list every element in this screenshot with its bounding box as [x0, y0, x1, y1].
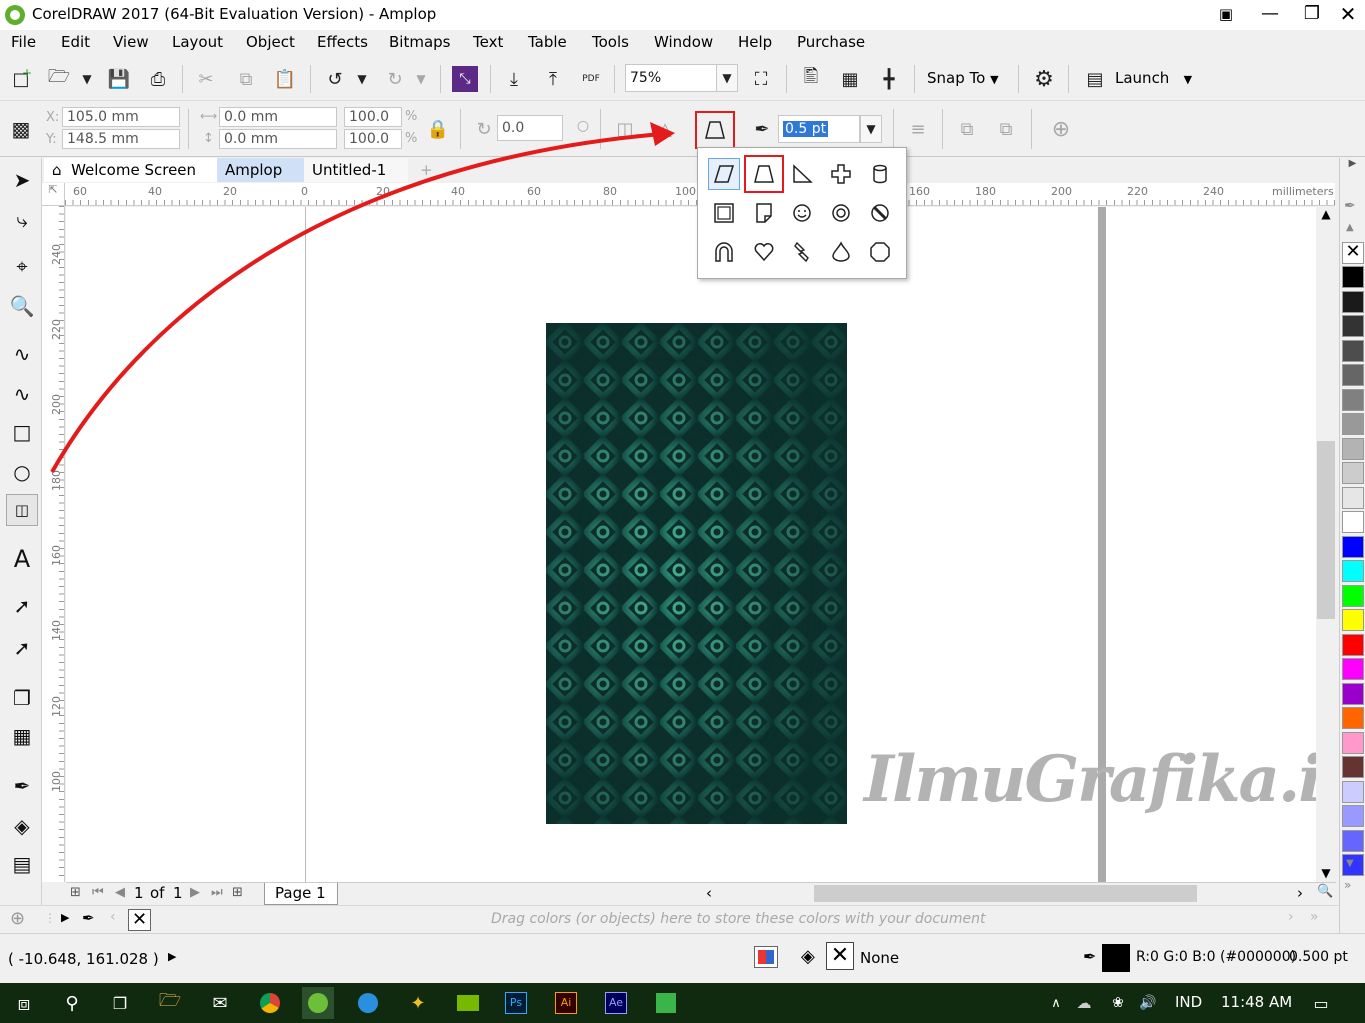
color-swatch[interactable] — [1342, 388, 1364, 411]
outline-pen-status-icon: ✒ — [1083, 947, 1097, 966]
color-swatch[interactable] — [1342, 437, 1364, 460]
annotation-arrow — [50, 122, 675, 473]
after-effects-icon[interactable]: Ae — [600, 987, 632, 1019]
task-view-icon[interactable]: ❐ — [104, 987, 136, 1019]
color-swatch[interactable] — [1342, 731, 1364, 754]
mail-icon[interactable]: ✉ — [204, 987, 236, 1019]
chrome-icon[interactable] — [254, 987, 286, 1019]
grip-icon: ⋮ — [44, 911, 56, 925]
nvidia-icon[interactable] — [452, 987, 484, 1019]
previous-page-icon[interactable]: ◀ — [115, 885, 125, 900]
status-bar: ( -10.648, 161.028 ) ▶ ◈ ✕ None ✒ R:0 G:… — [0, 933, 1365, 983]
color-swatch[interactable] — [1342, 829, 1364, 852]
edge-icon[interactable] — [352, 987, 384, 1019]
h-scroll-left-arrow-icon[interactable]: ‹ — [706, 884, 712, 902]
camtasia-icon[interactable] — [650, 987, 682, 1019]
color-swatch[interactable] — [1342, 780, 1364, 803]
windows-start-icon[interactable]: ⧈ — [8, 987, 40, 1019]
color-swatch[interactable] — [1342, 560, 1364, 582]
wifi-icon[interactable]: ❀ — [1102, 987, 1134, 1019]
outline-width-value: 0.500 pt — [1289, 949, 1348, 965]
page-of-label: of — [150, 884, 165, 902]
color-swatch[interactable] — [1342, 462, 1364, 484]
color-swatch[interactable] — [1342, 682, 1364, 705]
doc-palette-right-icon[interactable]: › — [1288, 909, 1294, 925]
navigator-zoom-icon[interactable]: 🔍 — [1317, 884, 1333, 899]
doc-palette-eyedropper-icon[interactable]: ✒ — [82, 909, 95, 927]
next-page-icon[interactable]: ▶ — [190, 885, 200, 900]
outline-color-swatch[interactable] — [1102, 944, 1130, 972]
doc-palette-hint: Drag colors (or objects) here to store t… — [491, 911, 986, 927]
color-swatch[interactable] — [1342, 364, 1364, 386]
current-page-number: 1 — [134, 884, 144, 902]
fill-bucket-icon: ◈ — [801, 946, 815, 967]
outline-color-value: R:0 G:0 B:0 (#000000) — [1136, 949, 1297, 965]
page-navigator: ⊞ ⏮ ◀ 1 of 1 ▶ ⏭ ⊞ Page 1 ‹ › 🔍 — [66, 882, 1336, 905]
color-palette: ▶ ✒ ▲ ✕ ▼ » — [1339, 158, 1365, 933]
palette-scroll-up-icon[interactable]: ▲ — [1346, 222, 1354, 233]
file-explorer-icon[interactable]: 🗁 — [154, 987, 186, 1019]
color-swatch[interactable] — [1342, 486, 1364, 509]
palette-menu-arrow-icon[interactable]: ▶ — [61, 911, 69, 924]
color-swatch[interactable] — [1342, 805, 1364, 827]
add-page-before-icon[interactable]: ⊞ — [70, 885, 81, 900]
doc-palette-expand-icon[interactable]: » — [1310, 909, 1319, 925]
input-language[interactable]: IND — [1175, 993, 1202, 1011]
total-pages: 1 — [173, 884, 183, 902]
notification-center-icon[interactable]: ▭ — [1305, 987, 1337, 1019]
palette-scroll-down-icon[interactable]: ▼ — [1346, 858, 1354, 869]
document-palette: ⊕ ⋮ ▶ ✒ ‹ ✕ Drag colors (or objects) her… — [0, 905, 1339, 933]
palette-eyedropper-icon[interactable]: ✒ — [1344, 198, 1356, 214]
color-swatch[interactable] — [1342, 584, 1364, 607]
color-swatch[interactable] — [1342, 290, 1364, 313]
doc-palette-left-icon[interactable]: ‹ — [110, 909, 116, 925]
app-feather-icon[interactable]: ✦ — [402, 987, 434, 1019]
add-page-after-icon[interactable]: ⊞ — [232, 885, 243, 900]
illustrator-icon[interactable]: Ai — [550, 987, 582, 1019]
cursor-coordinates: ( -10.648, 161.028 ) — [8, 950, 159, 968]
color-swatch[interactable] — [1342, 413, 1364, 435]
color-swatch[interactable] — [1342, 756, 1364, 778]
volume-icon[interactable]: 🔊 — [1132, 987, 1164, 1019]
color-swatch[interactable] — [1342, 707, 1364, 729]
horizontal-scroll-thumb[interactable] — [814, 885, 1197, 902]
fill-status-label: None — [860, 949, 900, 967]
color-swatch[interactable] — [1342, 658, 1364, 680]
color-swatch[interactable] — [1342, 315, 1364, 337]
windows-taskbar: ⧈ ⚲ ❐ 🗁 ✉ ✦ Ps Ai Ae ∧ ☁ ❀ 🔊 IND 11:48 A… — [0, 983, 1365, 1023]
onedrive-cloud-icon[interactable]: ☁ — [1068, 987, 1100, 1019]
color-proofing-icon[interactable] — [754, 946, 778, 968]
color-swatch[interactable] — [1342, 609, 1364, 631]
doc-palette-no-color-swatch[interactable]: ✕ — [128, 909, 151, 931]
h-scroll-right-arrow-icon[interactable]: › — [1297, 884, 1303, 902]
color-swatch[interactable] — [1342, 535, 1364, 558]
fill-none-swatch[interactable]: ✕ — [826, 942, 854, 970]
color-swatch[interactable] — [1342, 511, 1364, 533]
color-swatch[interactable] — [1342, 339, 1364, 362]
search-icon[interactable]: ⚲ — [56, 987, 88, 1019]
clock-time[interactable]: 11:48 AM — [1221, 993, 1292, 1011]
palette-expand-icon[interactable]: » — [1344, 878, 1351, 892]
coreldraw-taskbar-icon[interactable] — [302, 987, 334, 1019]
no-color-swatch[interactable]: ✕ — [1342, 242, 1364, 264]
first-page-icon[interactable]: ⏮ — [92, 885, 104, 900]
status-expand-arrow-icon[interactable]: ▶ — [168, 950, 176, 963]
add-color-icon[interactable]: ⊕ — [10, 908, 25, 929]
page-tab-page-1[interactable]: Page 1 — [264, 883, 338, 905]
photoshop-icon[interactable]: Ps — [500, 987, 532, 1019]
color-swatch[interactable] — [1342, 633, 1364, 656]
palette-options-arrow-icon[interactable]: ▶ — [1340, 158, 1365, 169]
color-swatch[interactable] — [1342, 266, 1364, 288]
last-page-icon[interactable]: ⏭ — [211, 885, 223, 900]
